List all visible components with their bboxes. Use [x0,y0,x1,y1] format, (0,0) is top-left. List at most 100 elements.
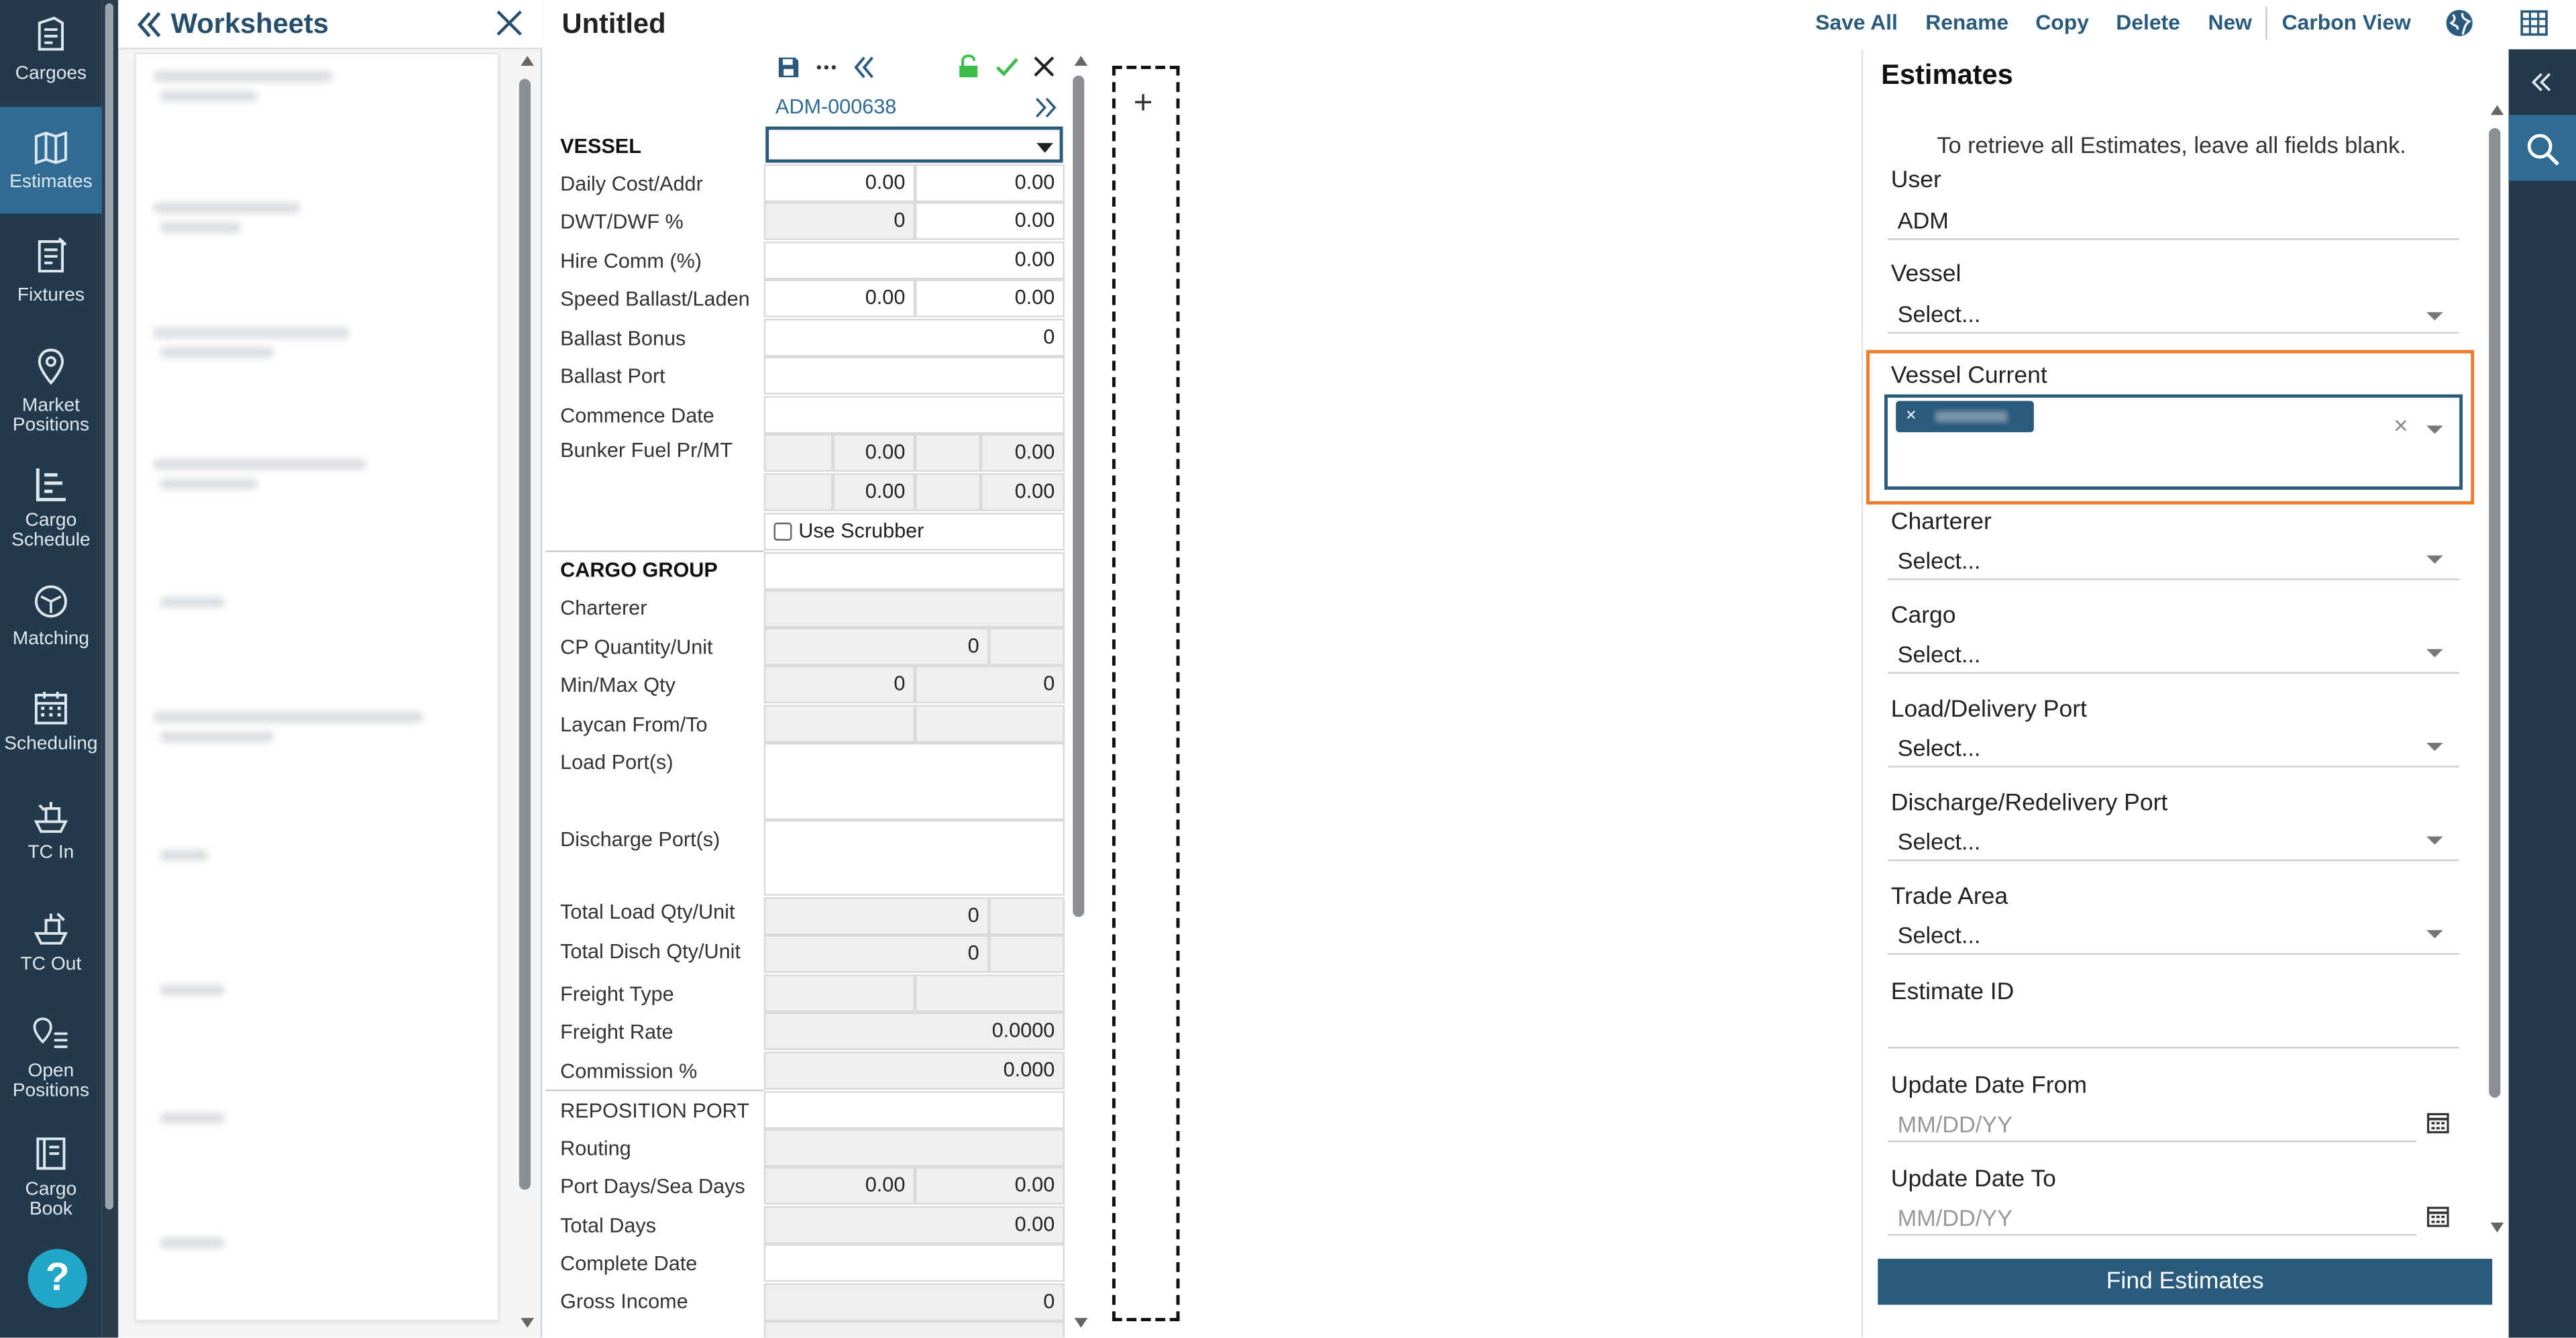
estimate-scrollbar-thumb[interactable] [1073,75,1085,917]
dwf-input[interactable]: 0.00 [915,202,1065,240]
vessel-current-multiselect[interactable]: × × [1884,394,2463,490]
freight-rate-input[interactable]: 0.0000 [763,1012,1065,1050]
grid-view-icon[interactable] [2520,10,2548,36]
user-input[interactable]: ADM [1898,207,1949,234]
ballast-port-input[interactable] [763,356,1065,395]
nav-item-tc-out[interactable]: TC Out [0,907,102,974]
nav-item-tc-in[interactable]: TC In [0,795,102,863]
double-chevron-left-icon[interactable] [851,54,877,81]
daily-cost-input[interactable]: 0.00 [763,164,916,203]
sea-days-input[interactable]: 0.00 [915,1166,1065,1205]
charterer-input[interactable] [763,590,1065,628]
laycan-to-input[interactable] [915,705,1065,743]
worksheets-scrollbar-thumb[interactable] [519,79,531,1190]
close-icon[interactable] [1032,54,1057,79]
search-scrollbar-thumb[interactable] [2489,128,2501,1098]
update-date-from-input[interactable]: MM/DD/YY [1898,1111,2012,1137]
unlock-icon[interactable] [958,54,979,79]
bunker-price-3-input[interactable]: 0.00 [833,473,916,511]
total-disch-qty-input[interactable]: 0 [763,935,989,973]
worksheets-scrollbar[interactable] [516,56,535,1331]
freight-type-extra[interactable] [915,974,1065,1013]
laycan-from-input[interactable] [763,705,916,743]
globe-icon[interactable] [2445,8,2474,38]
estimate-id-link[interactable]: ADM-000638 [775,95,896,118]
vessel-select[interactable]: Select... [1898,301,1981,327]
routing-input[interactable] [763,1129,1065,1167]
max-qty-input[interactable]: 0 [915,665,1065,704]
bunker-price-2-input[interactable]: 0.00 [981,433,1065,472]
commence-date-input[interactable] [763,396,1065,434]
hire-comm-input[interactable]: 0.00 [763,242,1065,280]
freight-type-select[interactable] [763,974,916,1013]
chevron-down-icon[interactable] [2426,742,2443,752]
trade-area-select[interactable]: Select... [1898,922,1981,948]
discharge-ports-input[interactable] [763,820,1065,896]
address-comm-input[interactable]: 0.00 [915,164,1065,203]
chevron-down-icon[interactable] [2426,649,2443,658]
speed-ballast-input[interactable]: 0.00 [763,279,916,317]
use-scrubber-row[interactable]: Use Scrubber [763,513,1065,551]
scroll-up-icon[interactable] [521,56,534,66]
add-column-dropzone[interactable]: + [1112,65,1180,1321]
total-disch-unit[interactable] [989,935,1065,973]
discharge-redelivery-port-select[interactable]: Select... [1898,828,1981,854]
estimate-scrollbar[interactable] [1069,56,1089,1331]
scroll-down-icon[interactable] [2490,1223,2504,1233]
nav-item-cargo-book[interactable]: Cargo Book [0,1132,102,1219]
load-ports-input[interactable] [763,742,1065,821]
double-chevron-left-icon[interactable] [135,10,164,40]
save-all-button[interactable]: Save All [1815,10,1898,35]
calendar-icon[interactable] [2426,1204,2449,1227]
vessel-select[interactable] [765,126,1063,163]
clear-icon[interactable]: × [2394,413,2408,441]
port-days-input[interactable]: 0.00 [763,1166,916,1205]
ballast-bonus-input[interactable]: 0 [763,319,1065,357]
nav-item-fixtures[interactable]: Fixtures [0,235,102,306]
cargo-select[interactable]: Select... [1898,641,1981,667]
save-icon[interactable] [777,56,800,79]
dwt-input[interactable]: 0 [763,202,916,240]
complete-date-input[interactable] [763,1243,1065,1282]
next-row[interactable] [763,1321,1065,1338]
use-scrubber-checkbox[interactable] [773,522,792,541]
nav-item-matching[interactable]: Matching [0,582,102,649]
find-estimates-button[interactable]: Find Estimates [1878,1258,2493,1305]
plus-icon[interactable]: + [1134,85,1153,123]
estimate-id-input[interactable] [1887,1047,2460,1049]
worksheets-list[interactable] [134,52,500,1321]
selected-vessel-chip[interactable]: × [1896,401,2034,433]
calendar-icon[interactable] [2426,1111,2449,1134]
new-button[interactable]: New [2208,10,2251,35]
reposition-port-input[interactable] [763,1091,1065,1129]
delete-button[interactable]: Delete [2116,10,2180,35]
chevron-down-icon[interactable] [2426,555,2443,564]
more-icon[interactable] [815,56,838,79]
gross-income-input[interactable]: 0 [763,1283,1065,1321]
scroll-up-icon[interactable] [2490,105,2504,115]
nav-item-cargo-schedule[interactable]: Cargo Schedule [0,464,102,550]
chevron-down-icon[interactable] [2426,930,2443,939]
chevron-down-icon[interactable] [2426,312,2443,321]
charterer-select[interactable]: Select... [1898,548,1981,574]
bunker-fuel-type-4[interactable] [915,473,981,511]
nav-scrollbar[interactable] [101,0,119,1338]
nav-item-market-positions[interactable]: Market Positions [0,345,102,435]
total-days-input[interactable]: 0.00 [763,1206,1065,1244]
chip-remove-icon[interactable]: × [1906,406,1917,425]
total-load-unit[interactable] [989,897,1065,935]
checkmark-icon[interactable] [994,54,1020,81]
scroll-down-icon[interactable] [1074,1318,1088,1328]
nav-item-cargoes[interactable]: Cargoes [0,13,102,84]
cp-unit-select[interactable] [989,627,1065,666]
help-button[interactable]: ? [28,1249,87,1308]
scroll-down-icon[interactable] [521,1318,534,1328]
search-panel-scrollbar[interactable] [2485,105,2505,1239]
rename-button[interactable]: Rename [1925,10,2008,35]
bunker-fuel-type-2[interactable] [915,433,981,472]
cp-quantity-input[interactable]: 0 [763,627,989,666]
bunker-price-4-input[interactable]: 0.00 [981,473,1065,511]
nav-item-estimates[interactable]: Estimates [0,107,102,214]
update-date-to-input[interactable]: MM/DD/YY [1898,1204,2012,1231]
search-button[interactable] [2508,115,2576,181]
